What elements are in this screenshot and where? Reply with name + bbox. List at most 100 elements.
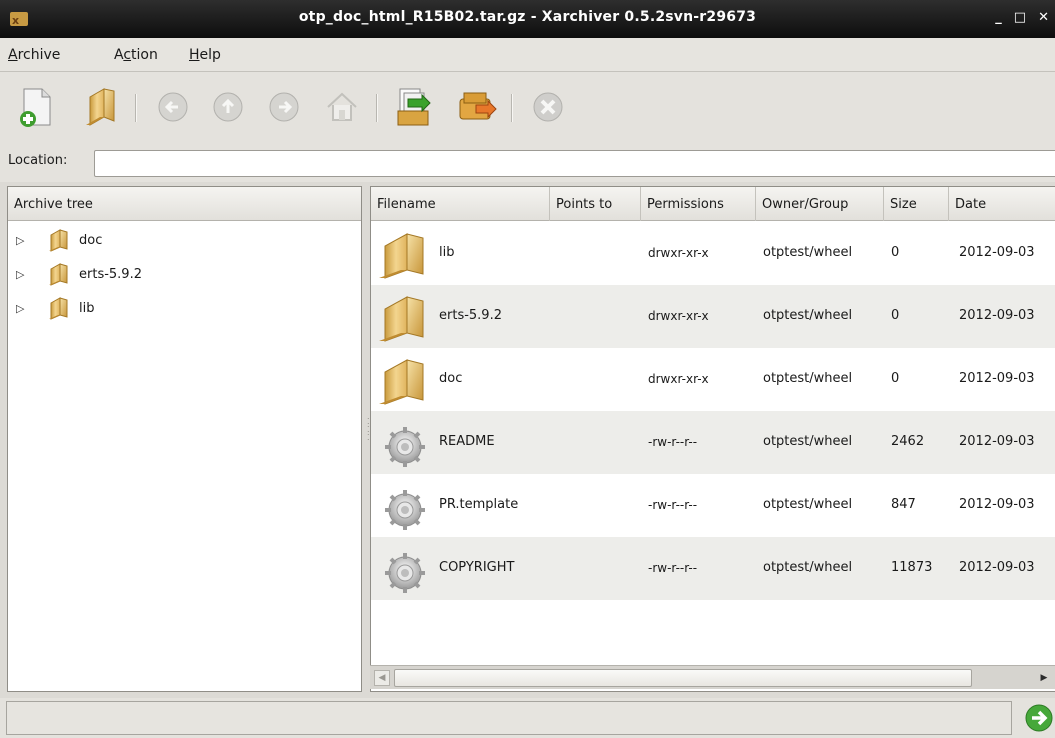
column-owner-group[interactable]: Owner/Group xyxy=(756,187,884,221)
size-cell: 0 xyxy=(891,371,900,386)
gear-file-icon xyxy=(385,490,425,530)
owner-cell: otptest/wheel xyxy=(763,308,853,323)
home-icon xyxy=(327,92,357,121)
filename-cell: doc xyxy=(439,371,463,386)
date-cell: 2012-09-03 xyxy=(959,308,1035,323)
size-cell: 2462 xyxy=(891,434,925,449)
title-bar: x otp_doc_html_R15B02.tar.gz - Xarchiver… xyxy=(0,0,1055,38)
toolbar-separator xyxy=(135,94,137,122)
filename-cell: COPYRIGHT xyxy=(439,560,515,575)
date-cell: 2012-09-03 xyxy=(959,245,1035,260)
forward-icon xyxy=(269,92,299,122)
date-cell: 2012-09-03 xyxy=(959,434,1035,449)
date-cell: 2012-09-03 xyxy=(959,560,1035,575)
date-cell: 2012-09-03 xyxy=(959,497,1035,512)
tree-item-doc[interactable]: ▷ doc xyxy=(8,225,361,255)
toolbar xyxy=(0,72,1055,144)
file-list-panel: Filename Points to Permissions Owner/Gro… xyxy=(370,186,1055,692)
extract-button[interactable] xyxy=(390,82,438,132)
toolbar-separator xyxy=(376,94,378,122)
tree-item-lib[interactable]: ▷ lib xyxy=(8,293,361,323)
table-row[interactable]: doc drwxr-xr-x otptest/wheel 0 2012-09-0… xyxy=(371,348,1055,411)
back-icon xyxy=(158,92,188,122)
table-row[interactable]: erts-5.9.2 drwxr-xr-x otptest/wheel 0 20… xyxy=(371,285,1055,348)
filename-cell: README xyxy=(439,434,495,449)
scroll-left-arrow-icon[interactable]: ◀ xyxy=(374,670,390,686)
up-icon xyxy=(213,92,243,122)
stop-icon xyxy=(533,92,563,122)
column-filename[interactable]: Filename xyxy=(371,187,550,221)
add-button[interactable] xyxy=(452,82,500,132)
close-button[interactable]: ✕ xyxy=(1038,10,1049,25)
home-button[interactable] xyxy=(318,82,366,132)
folder-icon xyxy=(379,233,424,279)
column-size[interactable]: Size xyxy=(884,187,949,221)
table-row[interactable]: lib drwxr-xr-x otptest/wheel 0 2012-09-0… xyxy=(371,222,1055,285)
window-title: otp_doc_html_R15B02.tar.gz - Xarchiver 0… xyxy=(298,9,757,25)
table-row[interactable]: PR.template -rw-r--r-- otptest/wheel 847… xyxy=(371,474,1055,537)
add-icon xyxy=(459,92,497,120)
forward-button[interactable] xyxy=(260,82,308,132)
size-cell: 11873 xyxy=(891,560,933,575)
tree-item-label: doc xyxy=(79,232,103,248)
column-date[interactable]: Date xyxy=(949,187,1055,221)
open-archive-icon xyxy=(86,88,115,126)
horizontal-scrollbar[interactable]: ◀ ▶ xyxy=(370,665,1055,689)
owner-cell: otptest/wheel xyxy=(763,245,853,260)
owner-cell: otptest/wheel xyxy=(763,434,853,449)
folder-icon xyxy=(49,263,68,286)
folder-icon xyxy=(49,297,68,320)
up-button[interactable] xyxy=(204,82,252,132)
minimize-button[interactable]: _ xyxy=(995,10,1002,25)
back-button[interactable] xyxy=(149,82,197,132)
filename-cell: lib xyxy=(439,245,455,260)
folder-icon xyxy=(379,296,424,342)
owner-cell: otptest/wheel xyxy=(763,371,853,386)
permissions-cell: -rw-r--r-- xyxy=(648,561,698,575)
new-archive-icon xyxy=(20,88,51,127)
stop-button[interactable] xyxy=(524,82,572,132)
expander-arrow-icon[interactable]: ▷ xyxy=(16,234,24,247)
gear-file-icon xyxy=(385,553,425,593)
menu-action[interactable]: Action xyxy=(114,47,158,63)
owner-cell: otptest/wheel xyxy=(763,497,853,512)
permissions-cell: -rw-r--r-- xyxy=(648,498,698,512)
column-permissions[interactable]: Permissions xyxy=(641,187,756,221)
extract-icon xyxy=(397,88,431,126)
gear-file-icon xyxy=(385,427,425,467)
permissions-cell: -rw-r--r-- xyxy=(648,435,698,449)
filename-cell: PR.template xyxy=(439,497,519,512)
permissions-cell: drwxr-xr-x xyxy=(648,246,709,260)
filename-cell: erts-5.9.2 xyxy=(439,308,502,323)
menu-archive[interactable]: Archive xyxy=(8,47,60,63)
scrollbar-thumb[interactable] xyxy=(394,669,972,687)
table-row[interactable]: README -rw-r--r-- otptest/wheel 2462 201… xyxy=(371,411,1055,474)
archive-tree-header[interactable]: Archive tree xyxy=(8,187,361,221)
size-cell: 0 xyxy=(891,245,900,260)
location-label: Location: xyxy=(8,153,68,168)
file-list-header: Filename Points to Permissions Owner/Gro… xyxy=(371,187,1055,221)
folder-icon xyxy=(379,359,424,405)
maximize-button[interactable]: □ xyxy=(1014,10,1026,25)
open-archive-button[interactable] xyxy=(78,82,126,132)
column-points-to[interactable]: Points to xyxy=(550,187,641,221)
size-cell: 847 xyxy=(891,497,916,512)
toolbar-separator xyxy=(511,94,513,122)
date-cell: 2012-09-03 xyxy=(959,371,1035,386)
tree-item-erts[interactable]: ▷ erts-5.9.2 xyxy=(8,259,361,289)
folder-icon xyxy=(49,229,68,252)
expander-arrow-icon[interactable]: ▷ xyxy=(16,268,24,281)
expander-arrow-icon[interactable]: ▷ xyxy=(16,302,24,315)
status-bar xyxy=(0,698,1055,738)
size-cell: 0 xyxy=(891,308,900,323)
owner-cell: otptest/wheel xyxy=(763,560,853,575)
location-input[interactable] xyxy=(94,150,1055,177)
new-archive-button[interactable] xyxy=(12,82,60,132)
green-arrow-icon[interactable] xyxy=(1024,703,1054,733)
scroll-right-arrow-icon[interactable]: ▶ xyxy=(1036,670,1052,686)
archive-tree-panel: Archive tree ▷ doc ▷ erts-5.9.2 ▷ lib xyxy=(7,186,362,692)
permissions-cell: drwxr-xr-x xyxy=(648,309,709,323)
menu-bar: Archive Action Help xyxy=(0,38,1055,72)
table-row[interactable]: COPYRIGHT -rw-r--r-- otptest/wheel 11873… xyxy=(371,537,1055,600)
menu-help[interactable]: Help xyxy=(189,47,221,63)
